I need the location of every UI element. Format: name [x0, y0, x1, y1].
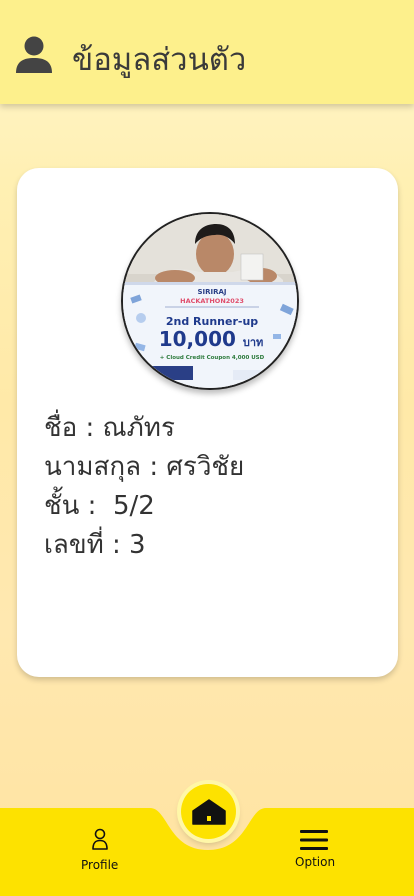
app-header: ข้อมูลส่วนตัว [0, 0, 414, 104]
nav-option-label: Option [295, 855, 336, 869]
person-outline-icon [92, 828, 108, 850]
nav-profile-label: Profile [81, 858, 119, 872]
nav-profile[interactable]: Profile [70, 826, 130, 876]
profile-photo: SIRIRAJ HACKATHON2023 2nd Runner-up 10,0… [121, 212, 299, 390]
class-row: ชั้น : 5/2 [44, 491, 155, 521]
svg-text:SIRIRAJ: SIRIRAJ [197, 288, 226, 296]
svg-text:HACKATHON2023: HACKATHON2023 [180, 297, 244, 305]
number-row: เลขที่ : 3 [44, 530, 146, 560]
person-icon [16, 36, 52, 73]
profile-card: SIRIRAJ HACKATHON2023 2nd Runner-up 10,0… [17, 168, 398, 677]
svg-text:+ Cloud Credit Coupon 4,000 US: + Cloud Credit Coupon 4,000 USD [160, 355, 265, 361]
surname-row: นามสกุล : ศรวิชัย [44, 452, 245, 482]
student-info: ชื่อ : ณภัทร นามสกุล : ศรวิชัย ชั้น : 5/… [44, 409, 244, 565]
nav-option[interactable]: Option [288, 824, 344, 874]
menu-icon [300, 830, 328, 850]
name-row: ชื่อ : ณภัทร [44, 413, 175, 443]
page-title: ข้อมูลส่วนตัว [72, 42, 247, 78]
home-button[interactable] [181, 784, 236, 839]
home-icon [191, 798, 226, 825]
